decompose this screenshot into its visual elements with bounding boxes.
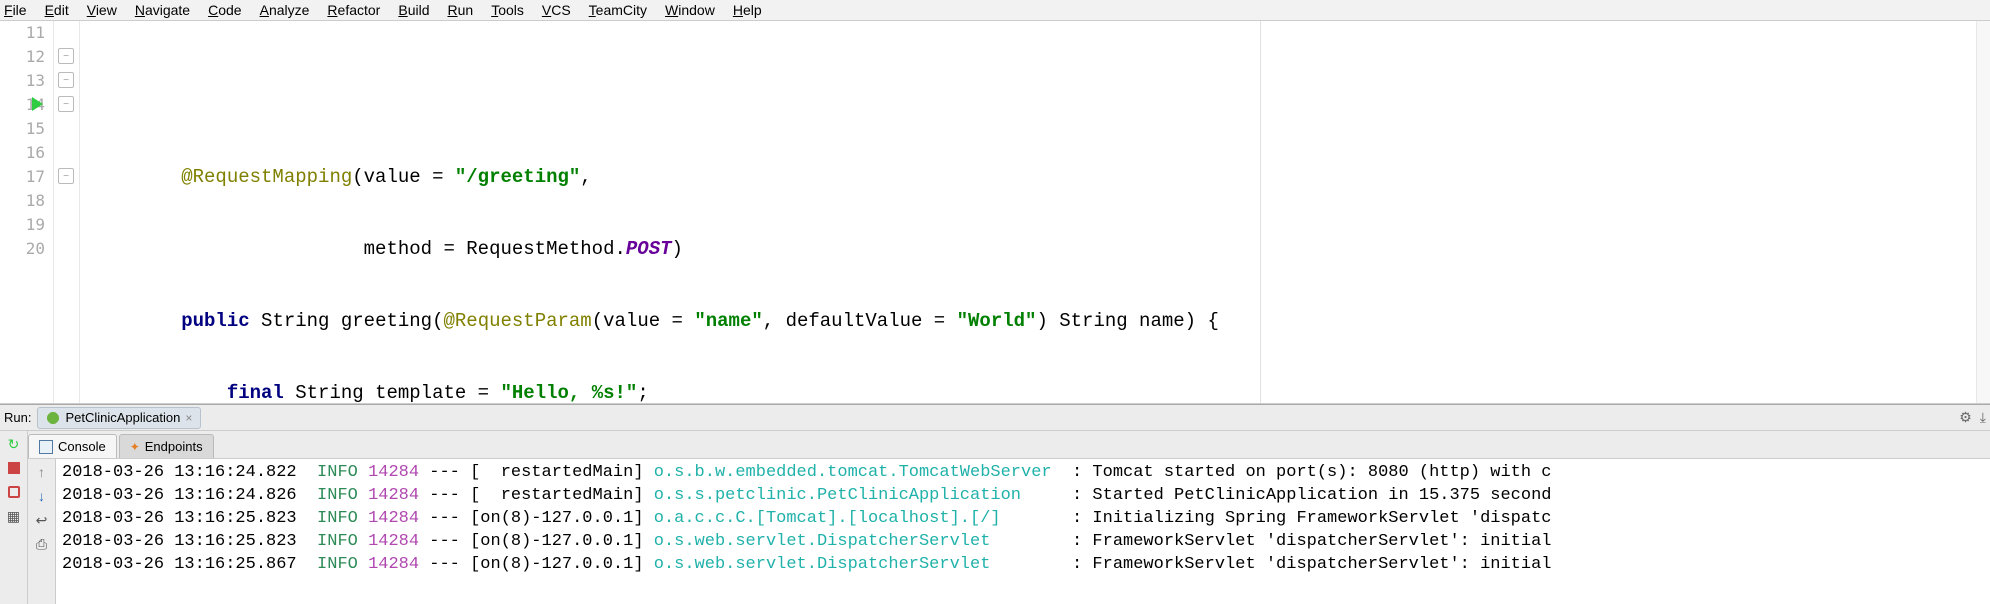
log-line: 2018-03-26 13:16:25.823 INFO 14284 --- [… [62,530,1984,553]
soft-wrap-icon[interactable] [33,511,51,529]
run-tool-window: Run: PetClinicApplication × ▦ Console [0,404,1990,604]
line-number: 14 [0,93,53,117]
hide-icon[interactable] [1980,409,1986,426]
console-toolbar [28,459,56,604]
scroll-up-icon[interactable] [33,463,51,481]
tab-console[interactable]: Console [28,434,117,458]
tab-endpoints[interactable]: Endpoints [119,434,214,458]
menu-refactor[interactable]: Refactor [327,2,380,18]
console-output[interactable]: 2018-03-26 13:16:24.822 INFO 14284 --- [… [56,459,1990,604]
line-number: 19 [0,213,53,237]
menu-edit[interactable]: Edit [45,2,69,18]
fold-icon[interactable]: − [58,168,74,184]
menubar: File Edit View Navigate Code Analyze Refactor B… [0,0,1990,21]
menu-teamcity[interactable]: TeamCity [589,2,647,18]
menu-code[interactable]: Code [208,2,241,18]
fold-icon[interactable]: − [58,72,74,88]
code-area[interactable]: @RequestMapping(value = "/greeting", met… [80,21,1976,403]
run-config-tab[interactable]: PetClinicApplication × [37,407,201,429]
menu-view[interactable]: View [87,2,117,18]
stop-icon[interactable] [5,459,23,477]
close-icon[interactable]: × [185,411,192,425]
menu-file[interactable]: File [4,2,27,18]
layout-icon[interactable]: ▦ [5,507,23,525]
endpoints-icon [130,439,140,454]
run-left-toolbar: ▦ [0,431,28,604]
menu-analyze[interactable]: Analyze [260,2,310,18]
menu-run[interactable]: Run [447,2,473,18]
line-number: 13 [0,69,53,93]
gear-icon[interactable] [1959,409,1972,426]
log-line: 2018-03-26 13:16:25.867 INFO 14284 --- [… [62,553,1984,576]
line-number: 20 [0,237,53,261]
spring-boot-icon [46,411,60,425]
line-number: 11 [0,21,53,45]
log-line: 2018-03-26 13:16:25.823 INFO 14284 --- [… [62,507,1984,530]
log-line: 2018-03-26 13:16:24.822 INFO 14284 --- [… [62,461,1984,484]
menu-tools[interactable]: Tools [491,2,524,18]
run-subtabs: Console Endpoints [28,431,1990,459]
run-gutter-icon[interactable] [32,97,43,111]
run-label: Run: [4,410,31,425]
line-number: 18 [0,189,53,213]
line-number: 12 [0,45,53,69]
exit-icon[interactable] [5,483,23,501]
menu-build[interactable]: Build [398,2,429,18]
error-stripe [1976,21,1990,403]
line-number: 16 [0,141,53,165]
line-number: 17 [0,165,53,189]
print-icon[interactable] [33,535,51,553]
run-config-name: PetClinicApplication [65,410,180,425]
rerun-icon[interactable] [5,435,23,453]
line-number-gutter: 11121314151617181920 [0,21,54,403]
line-number: 15 [0,117,53,141]
scroll-down-icon[interactable] [33,487,51,505]
menu-vcs[interactable]: VCS [542,2,571,18]
console-icon [39,440,53,454]
editor: 11121314151617181920 − − − − @RequestMap… [0,21,1990,404]
icon-gutter: − − − − [54,21,80,403]
log-line: 2018-03-26 13:16:24.826 INFO 14284 --- [… [62,484,1984,507]
run-header: Run: PetClinicApplication × [0,405,1990,431]
fold-icon[interactable]: − [58,96,74,112]
right-margin-line [1260,21,1261,403]
menu-navigate[interactable]: Navigate [135,2,190,18]
menu-window[interactable]: Window [665,2,715,18]
menu-help[interactable]: Help [733,2,762,18]
fold-icon[interactable]: − [58,48,74,64]
